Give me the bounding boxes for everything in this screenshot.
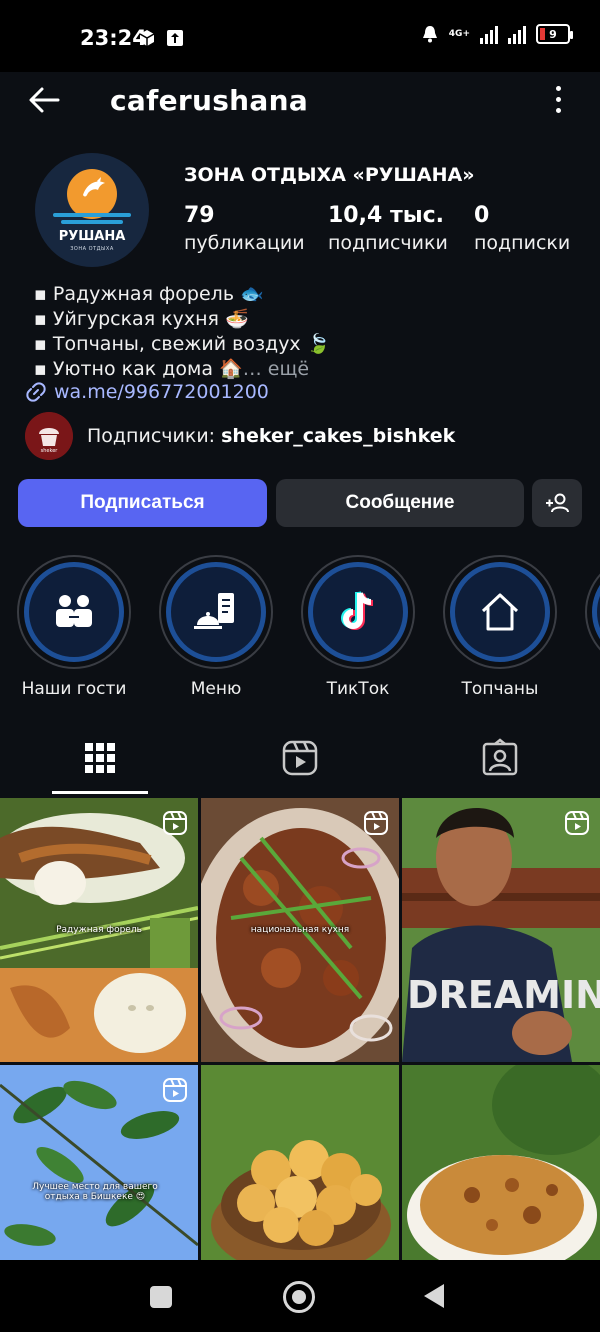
menu-cloche-icon	[194, 593, 234, 629]
reel-badge-icon	[364, 811, 388, 835]
dolphin-logo-icon	[83, 177, 105, 197]
status-indicators: 4G+ 9	[421, 24, 573, 44]
follower-avatar-text: sheker	[41, 448, 59, 454]
logo-wave	[53, 213, 131, 217]
followed-by-text: Подписчики: sheker_cakes_bishkek	[87, 425, 455, 447]
network-type: 4G+	[448, 28, 470, 39]
highlight-menu[interactable]: Меню	[158, 555, 274, 699]
tagged-icon[interactable]	[480, 738, 520, 778]
cupcake-icon: sheker	[25, 412, 73, 460]
highlight-label: Топчаны	[461, 679, 539, 699]
avatar-brand: РУШАНА	[58, 229, 126, 244]
top-bar: caferushana	[0, 72, 600, 132]
stat-value: 0	[474, 203, 490, 228]
logo-wave-2	[61, 220, 123, 224]
bio-line: ▪ Радужная форель 🐟	[34, 283, 264, 305]
active-tab-indicator	[52, 791, 148, 794]
people-icon	[56, 595, 92, 627]
bio-more-link[interactable]: … ещё	[243, 358, 309, 380]
cube-icon	[139, 30, 155, 46]
profile-username: caferushana	[110, 84, 309, 117]
post-image	[402, 1065, 600, 1260]
reel-badge-icon	[163, 811, 187, 835]
stat-label: подписчики	[328, 232, 448, 254]
reel-badge-icon	[565, 811, 589, 835]
follower-avatar: sheker	[25, 412, 73, 460]
battery-level: 9	[549, 27, 557, 41]
profile-avatar[interactable]: РУШАНА ЗОНА ОТДЫХА	[35, 153, 149, 267]
post-caption: Радужная форель	[56, 925, 142, 935]
post-tile[interactable]: Лучшее место для вашего отдыха в Бишкеке…	[0, 1065, 198, 1260]
reel-badge-icon	[163, 1078, 187, 1102]
post-tile[interactable]: национальная кухня	[201, 798, 399, 1062]
tiktok-icon	[341, 591, 374, 630]
post-tile[interactable]	[201, 1065, 399, 1260]
back-arrow-icon[interactable]	[26, 82, 62, 118]
home-button[interactable]	[283, 1281, 315, 1313]
follow-button[interactable]: Подписаться	[18, 479, 267, 527]
house-icon	[481, 593, 519, 631]
post-image	[201, 1065, 399, 1260]
stat-value: 79	[184, 203, 215, 228]
post-image: DREAMIN	[402, 798, 600, 1062]
stat-following[interactable]: 0 подписки	[474, 203, 570, 254]
add-person-icon	[546, 493, 569, 513]
post-tile[interactable]: Радужная форель	[0, 798, 198, 1062]
suggest-people-button[interactable]	[532, 479, 582, 527]
avatar-subtitle: ЗОНА ОТДЫХА	[70, 246, 114, 252]
highlight-partial[interactable]	[584, 555, 600, 669]
stat-value: 10,4 тыс.	[328, 203, 444, 228]
highlight-tiktok[interactable]: ТикТок	[300, 555, 416, 699]
highlight-label: Меню	[190, 679, 242, 699]
stat-followers[interactable]: 10,4 тыс. подписчики	[328, 203, 448, 254]
highlight-topchany[interactable]: Топчаны	[442, 555, 558, 699]
highlight-label: Наши гости	[21, 679, 127, 699]
post-tile[interactable]: DREAMIN	[402, 798, 600, 1062]
system-nav-bar	[0, 1260, 600, 1332]
recents-button[interactable]	[150, 1286, 172, 1308]
posts-grid: Радужная форель национальная кухня DREAM…	[0, 798, 600, 1260]
highlight-guests[interactable]: Наши гости	[16, 555, 132, 699]
stat-label: публикации	[184, 232, 305, 254]
post-caption: национальная кухня	[250, 925, 350, 935]
followed-by-prefix: Подписчики:	[87, 425, 222, 447]
followed-by-user[interactable]: sheker_cakes_bishkek	[221, 425, 455, 447]
status-time: 23:24	[80, 26, 147, 50]
message-button[interactable]: Сообщение	[276, 479, 524, 527]
highlight-label: ТикТок	[326, 679, 390, 699]
status-bar: 23:24 4G+ 9	[0, 0, 600, 72]
profile-link[interactable]: wa.me/996772001200	[24, 380, 269, 404]
more-options-icon[interactable]	[554, 86, 562, 116]
reels-icon[interactable]	[280, 738, 320, 778]
grid-icon[interactable]	[80, 738, 120, 778]
followed-by[interactable]: sheker Подписчики: sheker_cakes_bishkek	[25, 412, 455, 460]
profile-name: ЗОНА ОТДЫХА «РУШАНА»	[184, 164, 475, 186]
link-icon	[26, 382, 46, 402]
bio-line: ▪ Уютно как дома 🏠	[34, 358, 243, 380]
shirt-print: DREAMIN	[407, 973, 600, 1017]
alarm-bell-icon	[422, 26, 437, 43]
signal-icon-2	[508, 24, 526, 44]
stat-posts[interactable]: 79 публикации	[184, 203, 305, 254]
profile-tabs	[0, 730, 600, 796]
upload-icon	[167, 30, 183, 46]
stat-label: подписки	[474, 232, 571, 254]
profile-bio: ▪ Радужная форель 🐟 ▪ Уйгурская кухня 🍜 …	[34, 282, 330, 382]
battery-icon: 9	[536, 24, 573, 44]
link-text: wa.me/996772001200	[54, 381, 269, 403]
signal-icon	[480, 24, 498, 44]
story-highlights: Наши гости Меню ТикТок Топчаны	[0, 555, 600, 705]
bio-line: ▪ Топчаны, свежий воздух 🍃	[34, 333, 331, 355]
post-tile[interactable]	[402, 1065, 600, 1260]
bio-line: ▪ Уйгурская кухня 🍜	[34, 308, 249, 330]
back-button[interactable]	[424, 1284, 444, 1308]
post-caption: Лучшее место для вашего отдыха в Бишкеке…	[32, 1182, 158, 1202]
